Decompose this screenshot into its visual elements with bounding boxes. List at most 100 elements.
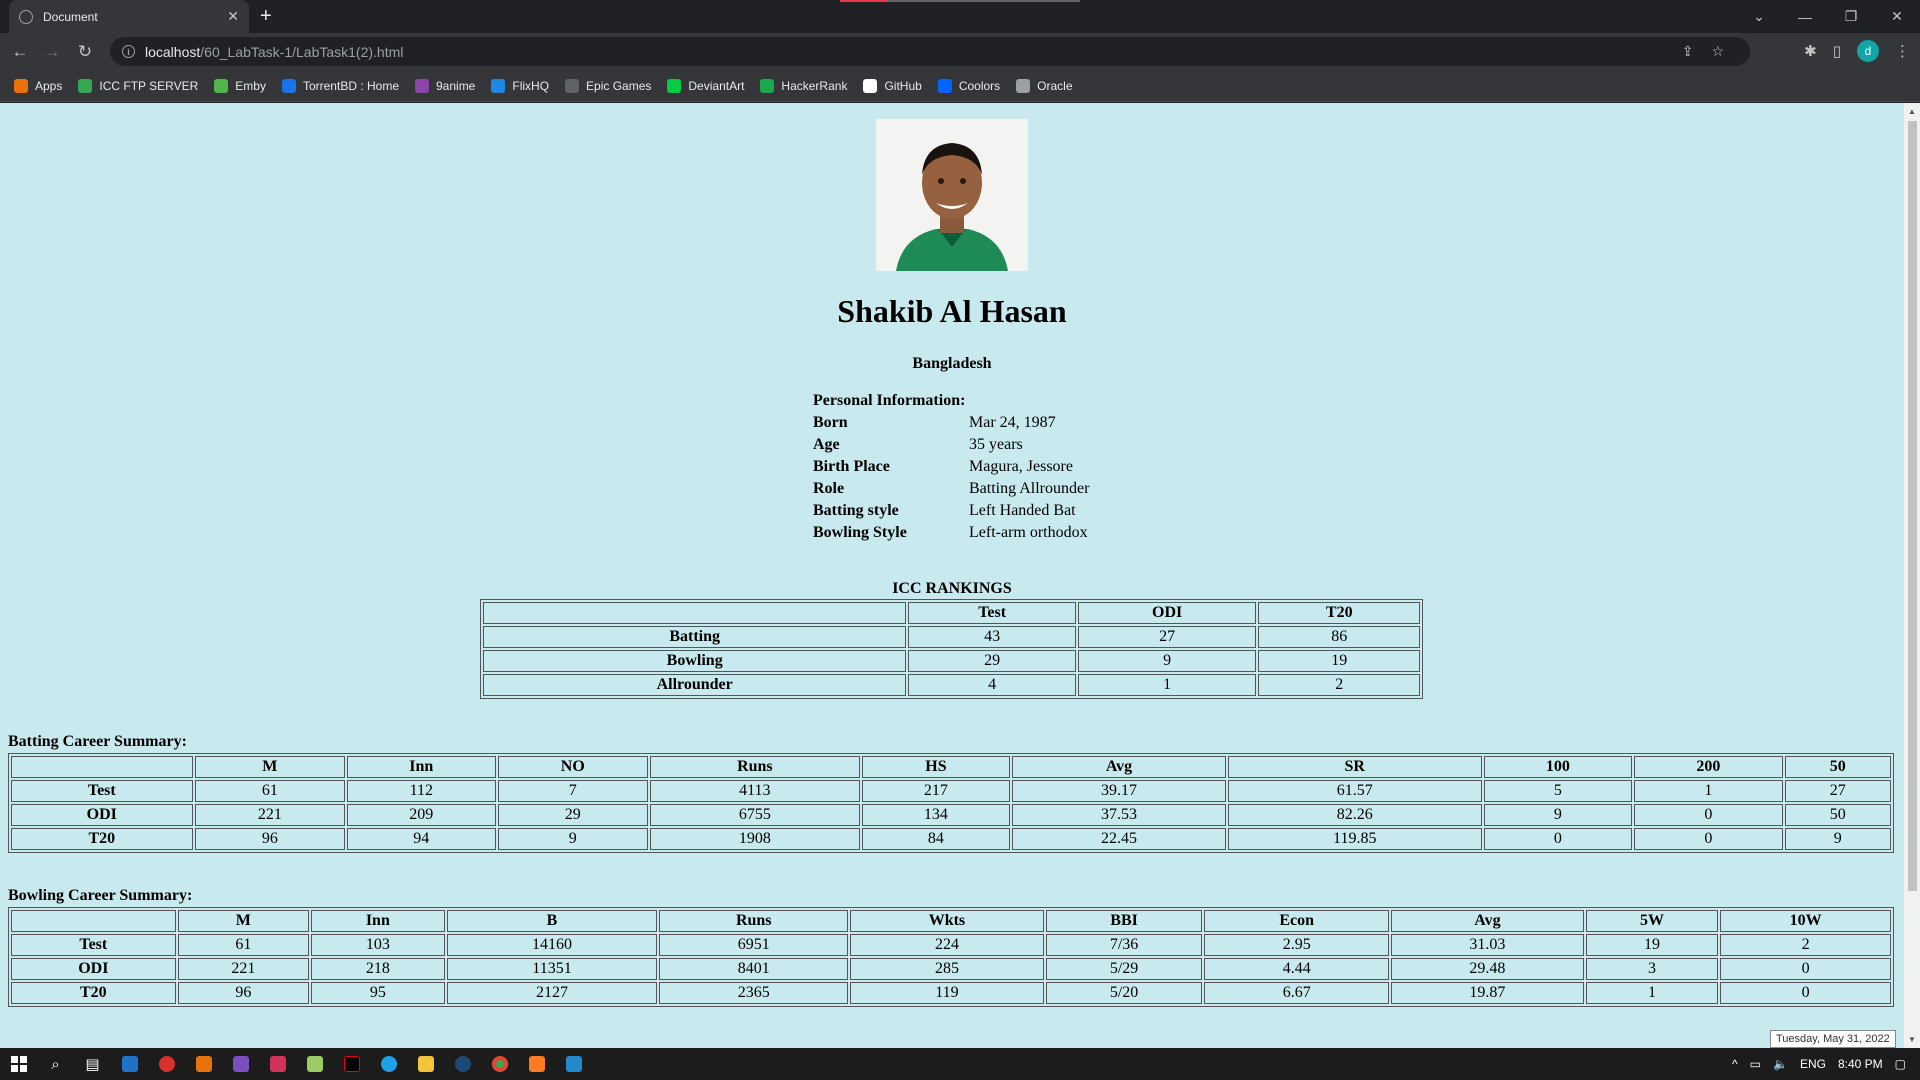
profile-avatar[interactable]: d bbox=[1857, 40, 1879, 62]
epic-games-icon bbox=[565, 79, 580, 93]
table-cell: 29.48 bbox=[1391, 958, 1584, 980]
language-indicator[interactable]: ENG bbox=[1800, 1057, 1826, 1071]
personal-info-row: Batting style Left Handed Bat bbox=[811, 500, 1091, 522]
table-cell: 3 bbox=[1585, 958, 1719, 980]
player-country: Bangladesh bbox=[912, 355, 992, 372]
jetbrains-icon[interactable] bbox=[259, 1048, 296, 1080]
chrome-icon[interactable] bbox=[481, 1048, 518, 1080]
netflix-icon[interactable] bbox=[333, 1048, 370, 1080]
extensions-icon[interactable]: ✱ bbox=[1804, 42, 1817, 60]
bookmark-coolors[interactable]: Coolors bbox=[937, 79, 1000, 93]
browser-tab[interactable]: Document ✕ bbox=[9, 0, 249, 33]
table-cell: 9 bbox=[1077, 650, 1257, 672]
task-view-icon[interactable]: ▤ bbox=[74, 1048, 111, 1080]
volume-icon[interactable]: 🔈 bbox=[1773, 1057, 1788, 1071]
table-row: Test 61 112 7 4113 217 39.17 61.57 5 1 27 bbox=[11, 780, 1891, 802]
notifications-icon[interactable]: ▢ bbox=[1895, 1057, 1906, 1071]
table-cell: 6951 bbox=[659, 934, 849, 956]
table-row: T20 96 95 2127 2365 119 5/20 6.67 19.87 1 0 bbox=[11, 982, 1891, 1004]
close-tab-icon[interactable]: ✕ bbox=[227, 8, 239, 25]
scroll-up-icon[interactable]: ▲ bbox=[1908, 107, 1916, 116]
table-cell: 82.26 bbox=[1227, 804, 1482, 826]
table-cell: 1 bbox=[1585, 982, 1719, 1004]
forward-icon[interactable]: → bbox=[42, 42, 62, 62]
column-header: Inn bbox=[347, 756, 496, 778]
table-cell: 4.44 bbox=[1204, 958, 1390, 980]
player-name: Shakib Al Hasan bbox=[837, 293, 1067, 329]
table-cell: 0 bbox=[1634, 828, 1783, 850]
row-header: Test bbox=[11, 780, 193, 802]
scrollbar-thumb[interactable] bbox=[1908, 121, 1917, 891]
scroll-down-icon[interactable]: ▼ bbox=[1908, 1035, 1916, 1044]
new-tab-button[interactable]: + bbox=[260, 5, 272, 28]
site-info-icon[interactable]: i bbox=[122, 45, 135, 58]
address-bar[interactable]: i localhost/60_LabTask-1/LabTask1(2).htm… bbox=[110, 37, 1750, 66]
table-cell: 14160 bbox=[446, 934, 658, 956]
column-header: Avg bbox=[1012, 756, 1226, 778]
bookmark-epic-games[interactable]: Epic Games bbox=[565, 79, 651, 93]
close-window-button[interactable]: ✕ bbox=[1874, 8, 1920, 25]
bookmark-9anime[interactable]: 9anime bbox=[415, 79, 475, 93]
bookmark-github[interactable]: GitHub bbox=[863, 79, 922, 93]
bookmark-star-icon[interactable]: ☆ bbox=[1711, 43, 1724, 60]
page-scrollbar[interactable]: ▲ ▼ bbox=[1904, 103, 1920, 1048]
start-icon[interactable] bbox=[0, 1048, 37, 1080]
visual-studio-icon[interactable] bbox=[222, 1048, 259, 1080]
bookmark-hackerrank[interactable]: HackerRank bbox=[760, 79, 847, 93]
chevron-up-icon[interactable]: ^ bbox=[1732, 1057, 1738, 1071]
vscode-icon[interactable] bbox=[555, 1048, 592, 1080]
table-cell: 7/36 bbox=[1045, 934, 1203, 956]
rankings-caption: ICC RANKINGS bbox=[892, 580, 1012, 597]
back-icon[interactable]: ← bbox=[10, 42, 30, 62]
red-app-icon[interactable] bbox=[148, 1048, 185, 1080]
table-cell: 94 bbox=[347, 828, 496, 850]
table-cell: 86 bbox=[1258, 626, 1420, 648]
table-cell: 95 bbox=[311, 982, 445, 1004]
bookmark-emby[interactable]: Emby bbox=[214, 79, 266, 93]
page-viewport: Shakib Al Hasan Bangladesh Personal Info… bbox=[0, 103, 1904, 1048]
bookmark-flixhq[interactable]: FlixHQ bbox=[491, 79, 549, 93]
notepad-icon[interactable] bbox=[296, 1048, 333, 1080]
side-panel-icon[interactable]: ▯ bbox=[1833, 42, 1841, 60]
bookmark-deviantart[interactable]: DeviantArt bbox=[667, 79, 744, 93]
tab-search-icon[interactable]: ⌄ bbox=[1736, 8, 1782, 25]
table-cell: 217 bbox=[861, 780, 1011, 802]
tab-title: Document bbox=[43, 9, 98, 24]
edge-icon[interactable] bbox=[370, 1048, 407, 1080]
column-header: M bbox=[194, 756, 346, 778]
bookmark-label: GitHub bbox=[884, 79, 922, 93]
column-header bbox=[483, 602, 907, 624]
row-header: Batting bbox=[483, 626, 907, 648]
bookmark-torrentbd-home[interactable]: TorrentBD : Home bbox=[281, 79, 399, 93]
restore-button[interactable]: ❐ bbox=[1828, 8, 1874, 25]
orange-app-icon[interactable] bbox=[185, 1048, 222, 1080]
menu-icon[interactable]: ⋮ bbox=[1895, 42, 1910, 60]
column-header bbox=[11, 756, 193, 778]
toolbar-actions: ✱ ▯ d ⋮ bbox=[1804, 40, 1910, 62]
share-icon[interactable]: ⇪ bbox=[1682, 43, 1694, 60]
bookmark-oracle[interactable]: Oracle bbox=[1016, 79, 1073, 93]
personal-info-row: Birth Place Magura, Jessore bbox=[811, 456, 1091, 478]
steam-icon[interactable] bbox=[444, 1048, 481, 1080]
clock[interactable]: 8:40 PM bbox=[1838, 1057, 1883, 1071]
file-explorer-icon[interactable] bbox=[407, 1048, 444, 1080]
omnibox-actions: ⇪ ☆ bbox=[1682, 43, 1724, 60]
row-header: ODI bbox=[11, 958, 176, 980]
search-icon[interactable]: ⌕ bbox=[37, 1048, 74, 1080]
hackerrank-icon bbox=[760, 79, 775, 93]
bookmark-apps[interactable]: Apps bbox=[14, 79, 62, 93]
network-icon[interactable]: ▭ bbox=[1750, 1057, 1761, 1071]
store-icon[interactable] bbox=[111, 1048, 148, 1080]
table-cell: 22.45 bbox=[1012, 828, 1226, 850]
table-cell: 221 bbox=[194, 804, 346, 826]
table-cell: 285 bbox=[850, 958, 1044, 980]
reload-icon[interactable]: ↻ bbox=[75, 42, 95, 62]
table-cell: 61.57 bbox=[1227, 780, 1482, 802]
personal-info-row: Born Mar 24, 1987 bbox=[811, 412, 1091, 434]
xampp-icon[interactable] bbox=[518, 1048, 555, 1080]
info-value: 35 years bbox=[969, 436, 1023, 453]
bookmark-icc-ftp-server[interactable]: ICC FTP SERVER bbox=[78, 79, 198, 93]
column-header: ODI bbox=[1077, 602, 1257, 624]
column-header: 10W bbox=[1720, 910, 1891, 932]
minimize-button[interactable]: — bbox=[1782, 9, 1828, 25]
